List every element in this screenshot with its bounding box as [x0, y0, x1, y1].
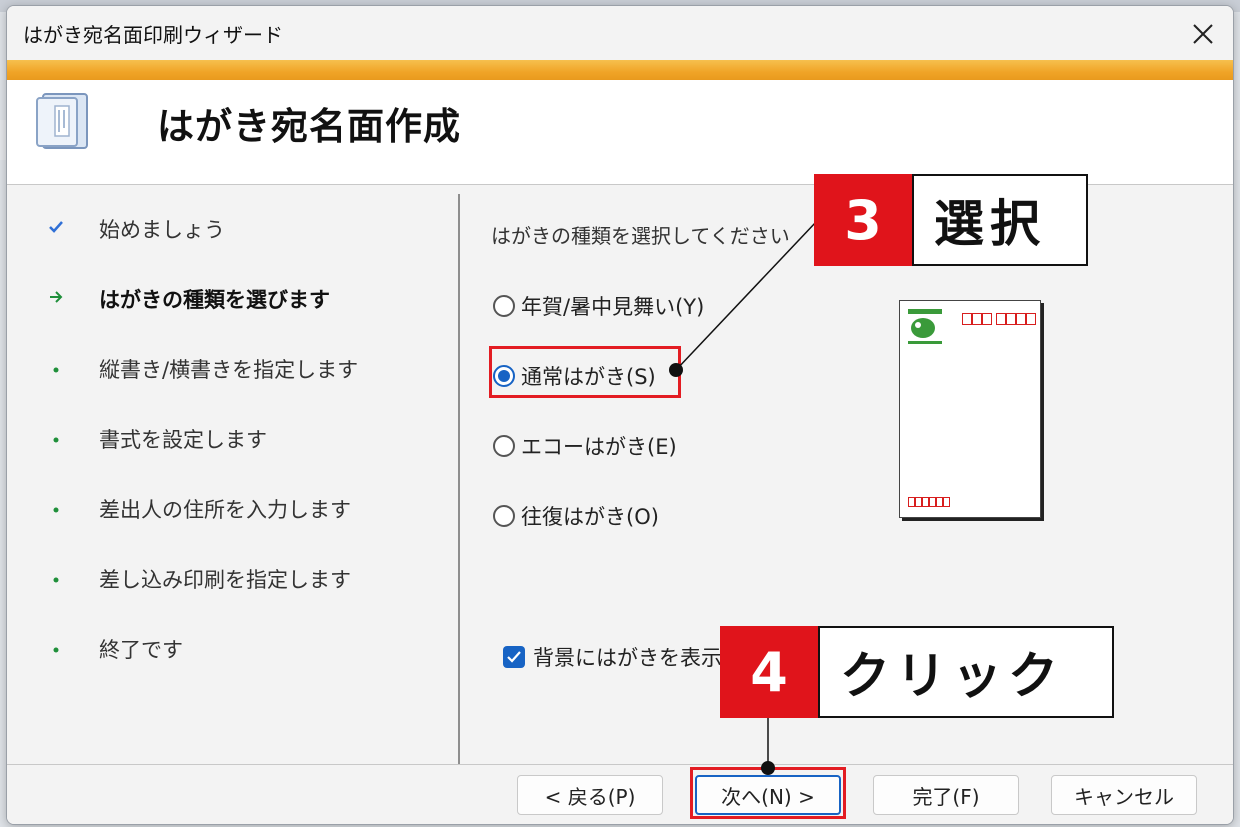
bullet-icon	[47, 431, 65, 447]
radio-newyear-summer[interactable]: 年賀/暑中見舞い(Y)	[493, 291, 704, 321]
cancel-button[interactable]: キャンセル	[1051, 775, 1197, 815]
step-label: 差出人の住所を入力します	[99, 498, 351, 522]
step-item-postcard-type: はがきの種類を選びます	[47, 284, 330, 314]
step-label: 始めましょう	[99, 218, 225, 242]
radio-label: 往復はがき(O)	[521, 505, 659, 529]
postcard-preview	[899, 300, 1041, 518]
radio-label: 年賀/暑中見舞い(Y)	[521, 295, 705, 319]
window-title: はがき宛名面印刷ウィザード	[23, 23, 283, 47]
radio-button[interactable]	[493, 435, 515, 457]
step-item-mail-merge: 差し込み印刷を指定します	[47, 564, 351, 594]
close-button[interactable]	[1183, 14, 1223, 54]
finish-button[interactable]: 完了(F)	[873, 775, 1019, 815]
callout-text: 選択	[912, 174, 1088, 266]
button-bar: < 戻る(P) 次へ(N) > 完了(F) キャンセル	[7, 764, 1233, 824]
stamp-icon	[908, 309, 942, 345]
document-wizard-icon	[36, 93, 88, 149]
highlight-next-button	[690, 767, 846, 819]
radio-label: エコーはがき(E)	[521, 435, 677, 459]
sender-postal-code-boxes	[908, 497, 950, 507]
step-item-format: 書式を設定します	[47, 424, 267, 454]
bullet-icon	[47, 571, 65, 587]
check-icon	[507, 651, 521, 663]
step-item-start: 始めましょう	[47, 214, 225, 244]
callout-number: 4	[720, 626, 818, 718]
header-accent-band	[7, 60, 1233, 80]
step-label: 書式を設定します	[99, 428, 267, 452]
step-label: はがきの種類を選びます	[99, 288, 330, 312]
steps-pane: 始めましょう はがきの種類を選びます 縦書き/横書きを指定します 書式を設定しま…	[7, 184, 459, 764]
step-label: 差し込み印刷を指定します	[99, 568, 351, 592]
check-icon	[47, 221, 65, 237]
postcard-type-prompt: はがきの種類を選択してください	[491, 224, 790, 248]
bullet-icon	[47, 501, 65, 517]
step-item-finish: 終了です	[47, 634, 183, 664]
callout-select: 3 選択	[814, 174, 1088, 266]
callout-text: クリック	[818, 626, 1114, 718]
show-background-checkbox[interactable]: 背景にはがきを表示す	[503, 642, 743, 672]
step-item-sender-address: 差出人の住所を入力します	[47, 494, 351, 524]
radio-eco-postcard[interactable]: エコーはがき(E)	[493, 431, 677, 461]
close-icon	[1193, 24, 1213, 44]
back-button[interactable]: < 戻る(P)	[517, 775, 663, 815]
step-item-orientation: 縦書き/横書きを指定します	[47, 354, 358, 384]
step-label: 終了です	[99, 638, 183, 662]
radio-button[interactable]	[493, 505, 515, 527]
bullet-icon	[47, 641, 65, 657]
highlight-selected-option	[489, 346, 681, 398]
checkbox-checked[interactable]	[503, 646, 525, 668]
radio-return-postcard[interactable]: 往復はがき(O)	[493, 501, 659, 531]
bullet-icon	[47, 361, 65, 377]
checkbox-label: 背景にはがきを表示す	[533, 646, 743, 670]
callout-click: 4 クリック	[720, 626, 1114, 718]
page-title: はがき宛名面作成	[157, 105, 461, 148]
step-label: 縦書き/横書きを指定します	[99, 358, 359, 382]
title-bar: はがき宛名面印刷ウィザード	[7, 6, 1233, 60]
radio-button[interactable]	[493, 295, 515, 317]
postal-code-boxes	[962, 313, 1036, 325]
callout-number: 3	[814, 174, 912, 266]
pane-divider	[458, 194, 460, 764]
arrow-right-icon	[47, 291, 65, 307]
wizard-header: はがき宛名面作成	[7, 80, 1233, 185]
